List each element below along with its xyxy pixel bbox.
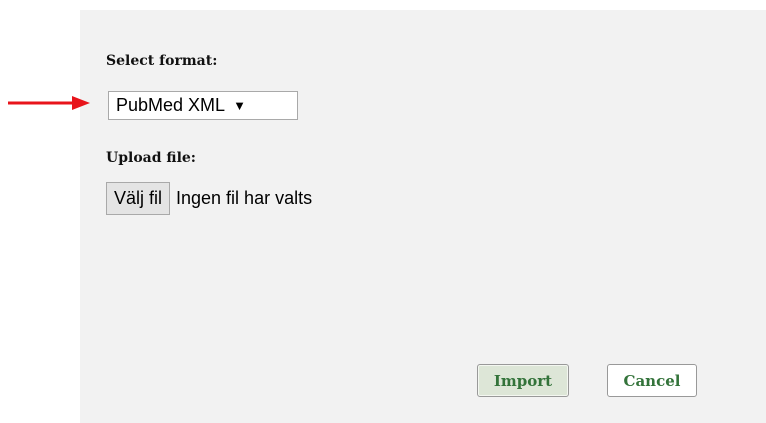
import-dialog-panel xyxy=(80,10,766,423)
select-format-label: Select format: xyxy=(106,53,218,69)
red-arrow-right-icon xyxy=(8,96,90,110)
stage: Select format: PubMed XML ▼ Upload file:… xyxy=(0,0,766,423)
triangle-down-icon: ▼ xyxy=(233,98,246,113)
cancel-button[interactable]: Cancel xyxy=(607,364,697,397)
upload-file-label: Upload file: xyxy=(106,150,196,166)
format-select[interactable]: PubMed XML ▼ xyxy=(108,91,298,120)
format-select-value: PubMed XML xyxy=(116,95,226,115)
import-button[interactable]: Import xyxy=(477,364,569,397)
choose-file-button[interactable]: Välj fil xyxy=(106,181,171,215)
file-status-text: Ingen fil har valts xyxy=(176,187,313,208)
file-input: Välj fil Ingen fil har valts xyxy=(106,181,312,215)
